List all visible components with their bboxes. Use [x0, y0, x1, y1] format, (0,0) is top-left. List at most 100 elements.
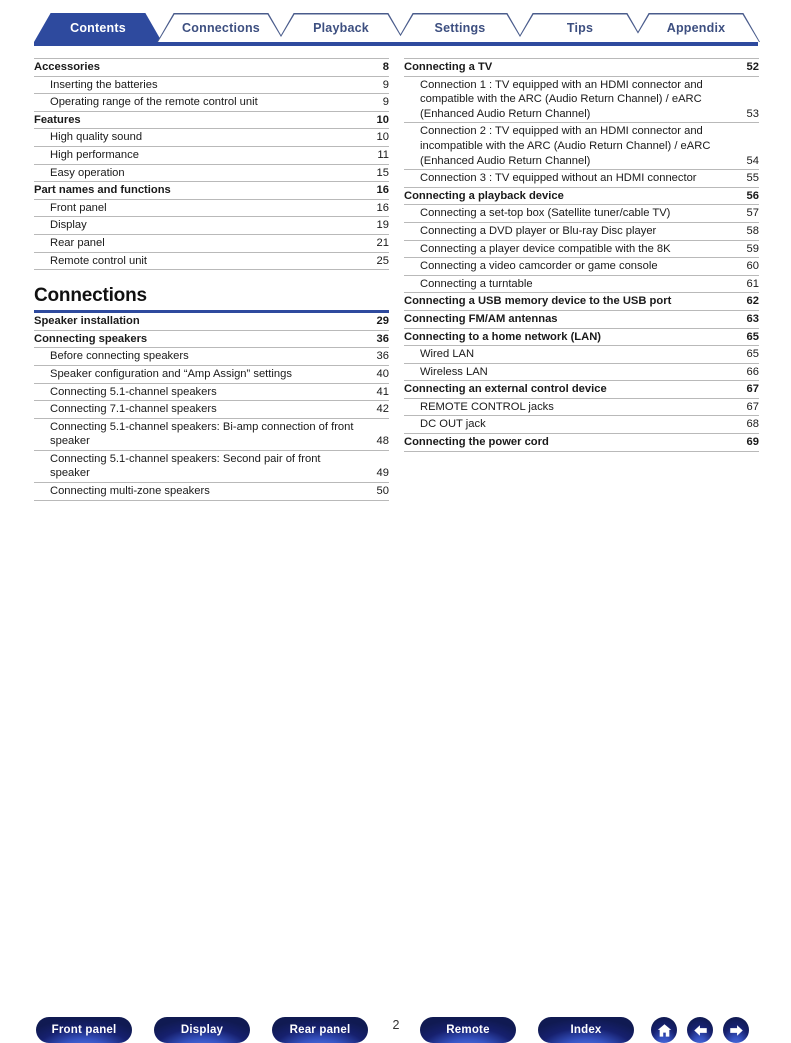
toc-entry-page: 49 [376, 467, 389, 480]
toc-entry-title: Before connecting speakers [50, 350, 189, 363]
button-label: Display [180, 1024, 224, 1036]
toc-entry-page: 42 [376, 403, 389, 416]
toc-entry[interactable]: Connecting the power cord 69 [404, 434, 759, 452]
tab-bar-baseline [34, 42, 758, 46]
footer-rear-panel-button[interactable]: Rear panel [272, 1017, 368, 1043]
toc-entry-page: 36 [376, 332, 389, 345]
toc-entry[interactable]: Connection 1 : TV equipped with an HDMI … [404, 77, 759, 124]
toc-entry-page: 16 [376, 201, 389, 214]
toc-entry[interactable]: Connecting 5.1-channel speakers 41 [34, 384, 389, 402]
tab-tips[interactable]: Tips [516, 13, 644, 42]
toc-entry-page: 67 [746, 383, 759, 396]
toc-entry-title: Connecting a set-top box (Satellite tune… [420, 207, 671, 220]
tab-appendix[interactable]: Appendix [632, 13, 760, 42]
toc-entry[interactable]: Connection 2 : TV equipped with an HDMI … [404, 123, 759, 171]
footer-display-button[interactable]: Display [154, 1017, 250, 1043]
footer-back-button[interactable] [687, 1017, 713, 1043]
toc-entry[interactable]: Connection 3 : TV equipped without an HD… [404, 170, 759, 188]
toc-entry-title: Connecting FM/AM antennas [404, 312, 558, 325]
toc-entry[interactable]: Connecting a TV 52 [404, 58, 759, 77]
tab-playback[interactable]: Playback [277, 13, 405, 42]
toc-entry-page: 56 [746, 189, 759, 202]
toc-entry[interactable]: Easy operation 15 [34, 165, 389, 183]
toc-entry-title: Rear panel [50, 236, 105, 249]
toc-entry-page: 69 [746, 436, 759, 449]
toc-entry[interactable]: Rear panel 21 [34, 235, 389, 253]
toc-entry[interactable]: Connecting an external control device 67 [404, 381, 759, 399]
toc-entry-page: 54 [746, 154, 759, 167]
toc-entry[interactable]: Part names and functions 16 [34, 182, 389, 200]
toc-entry[interactable]: Inserting the batteries 9 [34, 77, 389, 95]
toc-entry[interactable]: Connecting speakers 36 [34, 331, 389, 349]
toc-entry-title: Connection 2 : TV equipped with an HDMI … [420, 125, 711, 167]
page-number: 2 [392, 1018, 400, 1032]
toc-entry[interactable]: Speaker installation 29 [34, 313, 389, 331]
toc-entry[interactable]: Connecting a video camcorder or game con… [404, 258, 759, 276]
tab-label: Settings [434, 20, 486, 35]
toc-entry[interactable]: Connecting to a home network (LAN) 65 [404, 329, 759, 347]
toc-entry-title: Connecting 5.1-channel speakers [50, 385, 217, 398]
footer-remote-button[interactable]: Remote [420, 1017, 516, 1043]
toc-entry[interactable]: Operating range of the remote control un… [34, 94, 389, 112]
footer-navigation: Front panel Display Rear panel Remote Index … [0, 505, 791, 1043]
tab-contents[interactable]: Contents [34, 13, 162, 42]
toc-entry[interactable]: Speaker configuration and “Amp Assign” s… [34, 366, 389, 384]
toc-entry-page: 29 [376, 315, 389, 328]
toc-column-left: Accessories 8 Inserting the batteries 9 Oper… [34, 58, 389, 501]
toc-entry[interactable]: Connecting a set-top box (Satellite tune… [404, 205, 759, 223]
chapter-heading: Connections [34, 284, 389, 314]
toc-entry[interactable]: Connecting a playback device 56 [404, 188, 759, 206]
tab-label: Playback [313, 20, 369, 35]
toc-entry[interactable]: Connecting a DVD player or Blu-ray Disc … [404, 223, 759, 241]
toc-entry-page: 21 [376, 236, 389, 249]
toc-entry-page: 36 [376, 350, 389, 363]
toc-list: Connecting a TV 52 Connection 1 : TV equip… [404, 58, 759, 452]
toc-entry-page: 9 [382, 96, 389, 109]
toc-entry[interactable]: Connecting a player device compatible wi… [404, 241, 759, 259]
toc-entry[interactable]: Front panel 16 [34, 200, 389, 218]
toc-entry-page: 67 [746, 400, 759, 413]
toc-entry-title: Connecting multi-zone speakers [50, 485, 210, 498]
tab-settings[interactable]: Settings [396, 13, 524, 42]
toc-entry-title: Speaker installation [34, 315, 140, 328]
toc-entry-title: Connection 1 : TV equipped with an HDMI … [420, 78, 703, 120]
toc-entry[interactable]: High performance 11 [34, 147, 389, 165]
toc-entry[interactable]: Before connecting speakers 36 [34, 348, 389, 366]
toc-entry[interactable]: Connecting multi-zone speakers 50 [34, 483, 389, 501]
toc-entry[interactable]: Accessories 8 [34, 58, 389, 77]
footer-index-button[interactable]: Index [538, 1017, 634, 1043]
toc-entry-title: Remote control unit [50, 254, 148, 267]
tab-connections[interactable]: Connections [157, 13, 285, 42]
toc-entry[interactable]: Remote control unit 25 [34, 253, 389, 271]
toc-entry[interactable]: Features 10 [34, 112, 389, 130]
toc-entry[interactable]: Connecting 7.1-channel speakers 42 [34, 401, 389, 419]
toc-entry[interactable]: High quality sound 10 [34, 129, 389, 147]
toc-entry-page: 25 [376, 254, 389, 267]
footer-forward-button[interactable] [723, 1017, 749, 1043]
footer-front-panel-button[interactable]: Front panel [36, 1017, 132, 1043]
toc-entry[interactable]: REMOTE CONTROL jacks 67 [404, 399, 759, 417]
toc-entry-page: 19 [376, 219, 389, 232]
toc-entry[interactable]: Wireless LAN 66 [404, 364, 759, 382]
button-label: Remote [446, 1024, 490, 1036]
footer-home-button[interactable] [651, 1017, 677, 1043]
toc-entry-page: 53 [746, 107, 759, 120]
toc-entry-title: Connecting a TV [404, 61, 493, 73]
toc-entry-title: Connecting a USB memory device to the US… [404, 295, 672, 308]
toc-entry-page: 66 [746, 365, 759, 378]
toc-entry-title: Display [50, 219, 87, 232]
toc-entry[interactable]: Connecting a USB memory device to the US… [404, 293, 759, 311]
toc-entry[interactable]: Connecting 5.1-channel speakers: Second … [34, 451, 389, 484]
toc-entry-title: Connecting a video camcorder or game con… [420, 260, 658, 273]
toc-entry[interactable]: Wired LAN 65 [404, 346, 759, 364]
toc-entry-title: High performance [50, 148, 139, 161]
toc-entry[interactable]: Connecting 5.1-channel speakers: Bi-amp … [34, 419, 389, 451]
toc-entry-page: 59 [746, 242, 759, 255]
tab-label: Appendix [666, 20, 726, 35]
toc-entry[interactable]: Connecting FM/AM antennas 63 [404, 311, 759, 329]
toc-entry[interactable]: Display 19 [34, 217, 389, 235]
toc-entry[interactable]: DC OUT jack 68 [404, 416, 759, 435]
toc-entry[interactable]: Connecting a turntable 61 [404, 276, 759, 294]
toc-entry-page: 62 [746, 295, 759, 308]
toc-entry-page: 65 [746, 348, 759, 361]
